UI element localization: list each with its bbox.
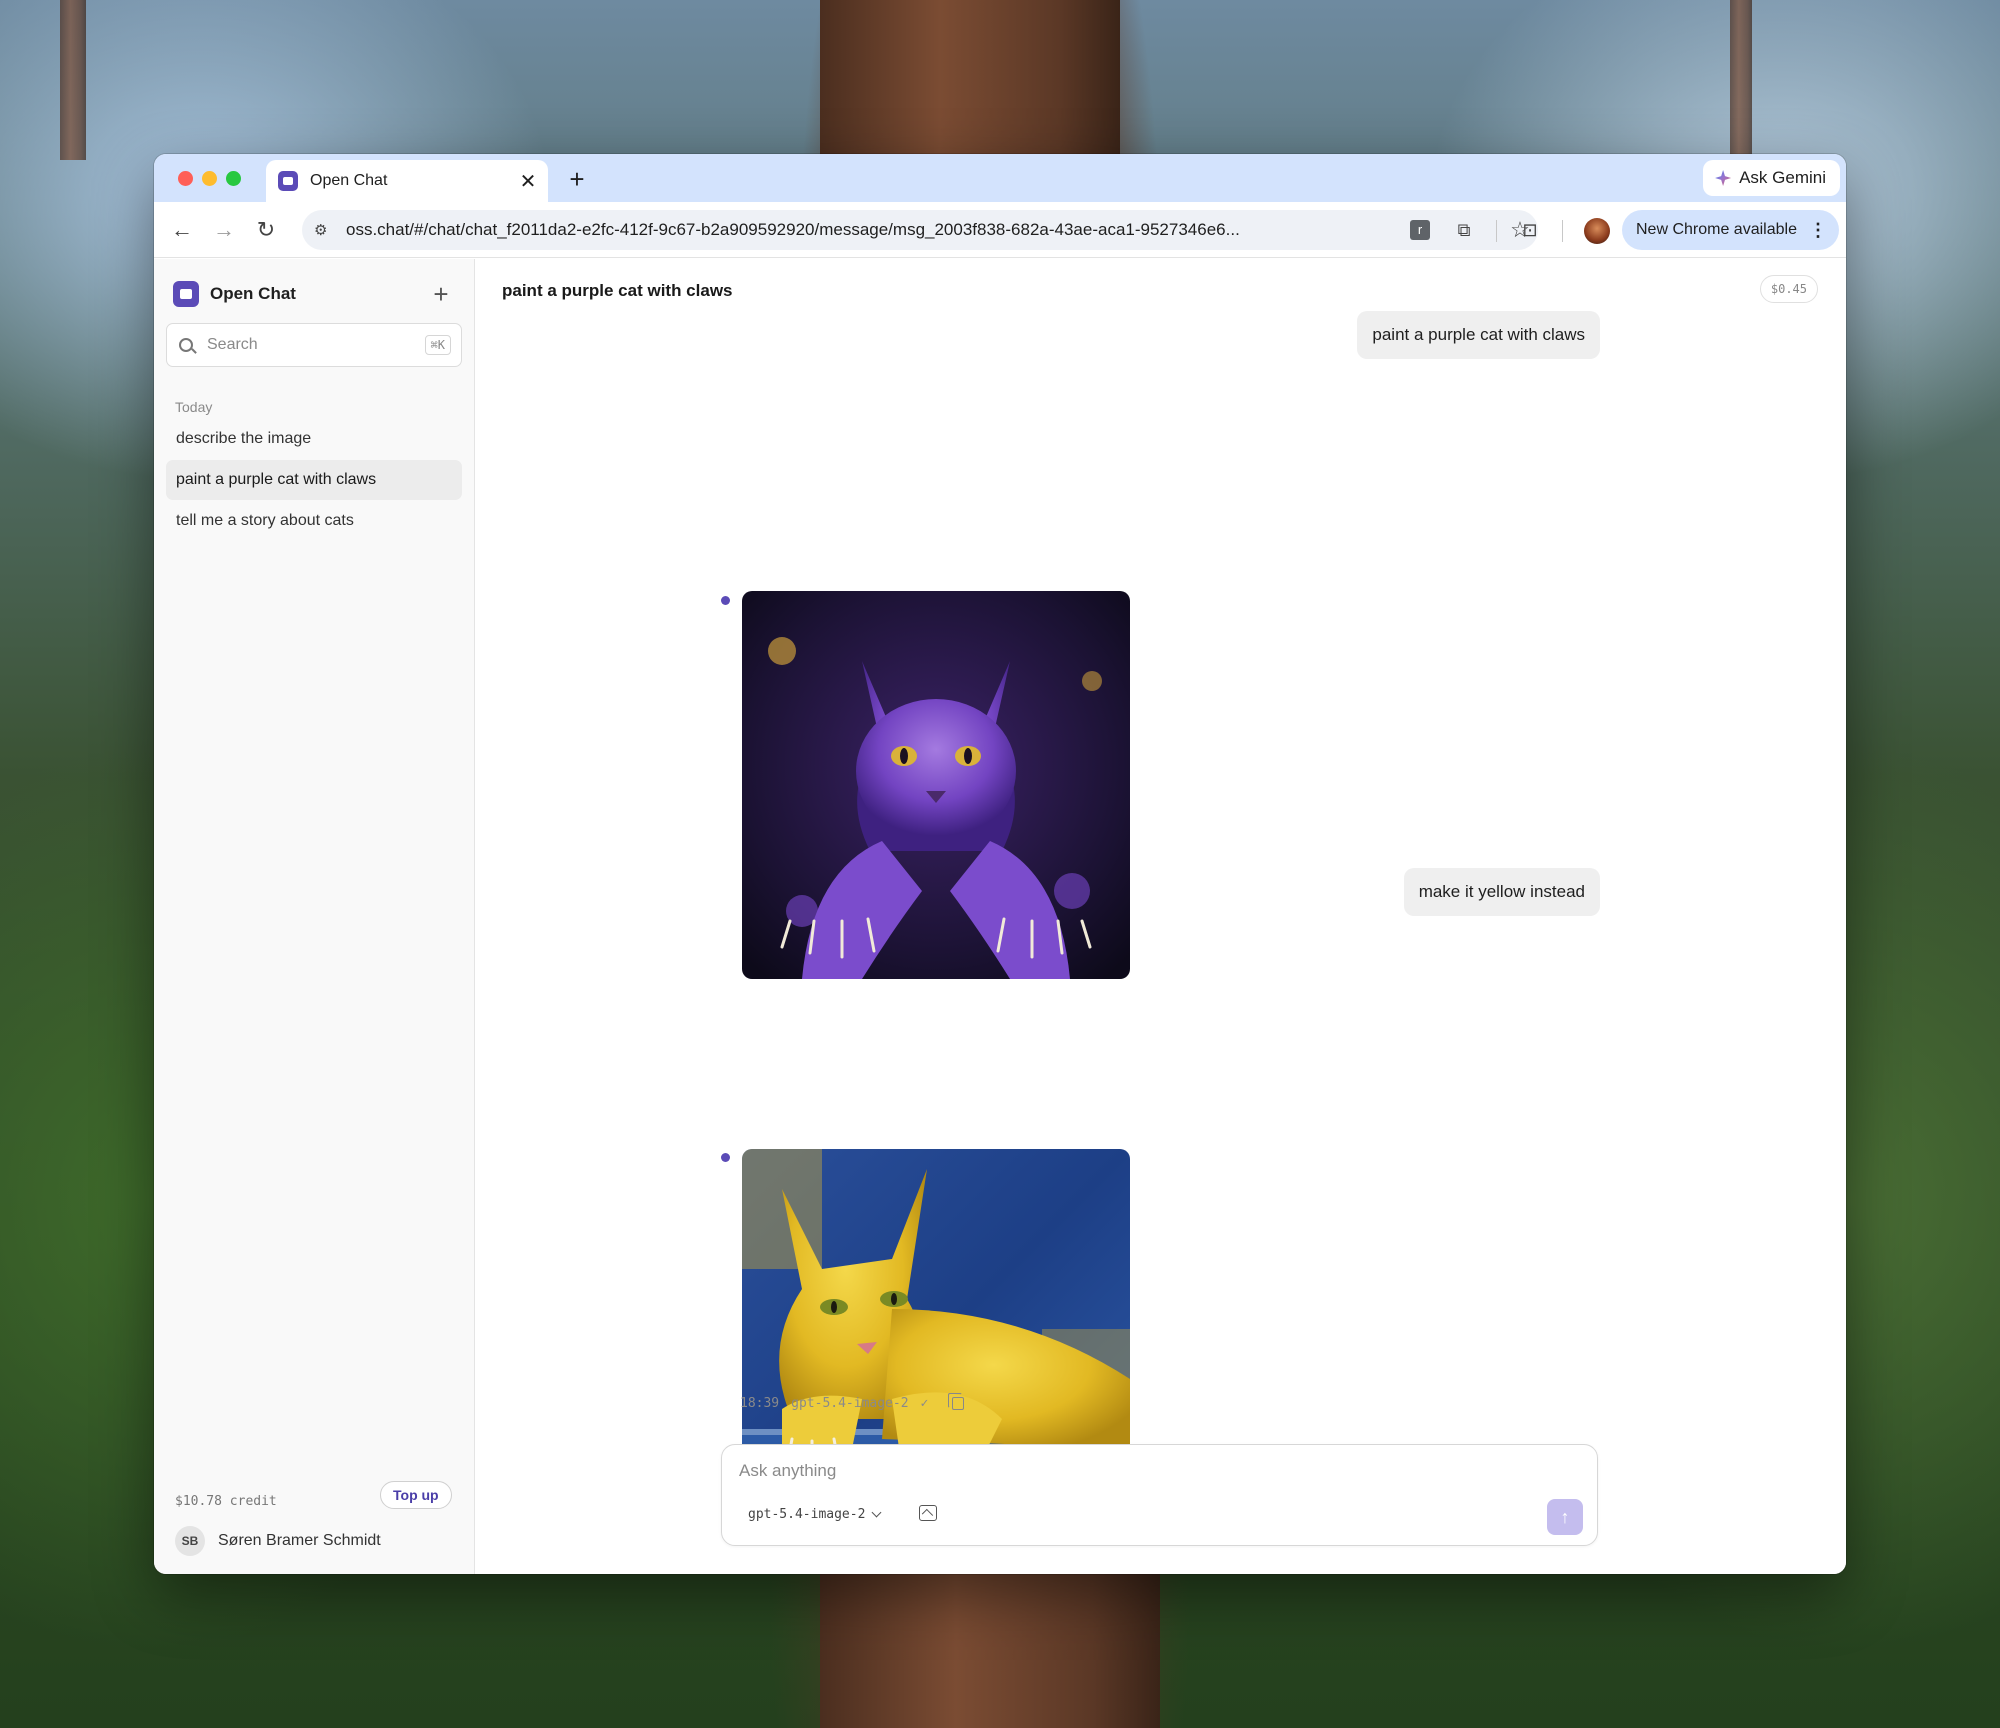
sidebar-item-purple-cat[interactable]: paint a purple cat with claws — [166, 460, 462, 500]
tab-open-chat[interactable]: Open Chat ✕ — [266, 160, 548, 202]
top-up-button[interactable]: Top up — [380, 1481, 452, 1509]
open-chat-logo-icon — [173, 281, 199, 307]
search-shortcut: ⌘K — [424, 335, 451, 355]
chat-cost-badge: $0.45 — [1759, 275, 1818, 303]
address-bar[interactable]: ⚙ oss.chat/#/chat/chat_f2011da2-e2fc-412… — [302, 210, 1538, 250]
minimize-window-button[interactable] — [202, 171, 217, 186]
ask-gemini-label: Ask Gemini — [1739, 168, 1826, 187]
sidebar-item-cat-story[interactable]: tell me a story about cats — [166, 501, 462, 541]
gemini-sparkle-icon — [1715, 170, 1732, 186]
message-model: gpt-5.4-image-2 — [791, 1396, 909, 1411]
model-selector[interactable]: gpt-5.4-image-2 — [748, 1507, 882, 1522]
tree-trunk — [60, 0, 86, 160]
sidebar: Open Chat + ⌘K Today describe the image … — [154, 259, 475, 1574]
composer: gpt-5.4-image-2 ↑ — [721, 1444, 1598, 1546]
purple-cat-image[interactable] — [742, 591, 1130, 979]
search-box[interactable]: ⌘K — [166, 323, 462, 367]
chrome-update-button[interactable]: New Chrome available ⋮ — [1622, 210, 1839, 250]
new-chat-button[interactable]: + — [426, 279, 456, 310]
user-message: make it yellow instead — [1403, 868, 1600, 916]
message-time: 18:39 — [740, 1396, 780, 1411]
credit-balance: $10.78 credit — [175, 1494, 277, 1509]
maximize-window-button[interactable] — [226, 171, 241, 186]
browser-window: Open Chat ✕ + Ask Gemini ← → ↻ ⚙ oss.cha… — [154, 154, 1846, 1574]
tree-trunk — [820, 0, 1120, 160]
model-selector-label: gpt-5.4-image-2 — [748, 1507, 866, 1522]
toolbar-divider — [1562, 220, 1563, 242]
back-arrow-icon[interactable]: ← — [166, 214, 198, 246]
search-input[interactable] — [207, 336, 425, 354]
user-message: paint a purple cat with claws — [1357, 311, 1600, 359]
site-settings-icon[interactable]: ⚙ — [314, 221, 336, 239]
forward-arrow-icon[interactable]: → — [208, 214, 240, 246]
extension-r-icon[interactable]: r — [1406, 216, 1434, 244]
chat-main: paint a purple cat with claws $0.45 pain… — [476, 259, 1846, 1574]
message-input[interactable] — [739, 1461, 1519, 1481]
assistant-indicator-dot — [721, 1153, 730, 1162]
new-tab-button[interactable]: + — [562, 164, 592, 195]
section-label-today: Today — [175, 399, 213, 415]
chevron-down-icon — [871, 1507, 882, 1518]
browser-toolbar: ← → ↻ ⚙ oss.chat/#/chat/chat_f2011da2-e2… — [154, 202, 1846, 258]
tree-trunk — [820, 1570, 1160, 1728]
tab-strip: Open Chat ✕ + Ask Gemini — [154, 154, 1846, 202]
user-avatar[interactable]: SB — [175, 1526, 205, 1556]
extensions-puzzle-icon[interactable]: ⧉ — [1450, 216, 1478, 244]
tree-trunk — [1730, 0, 1752, 160]
brand[interactable]: Open Chat — [173, 281, 296, 307]
profile-avatar[interactable] — [1584, 218, 1610, 244]
reload-icon[interactable]: ↻ — [250, 214, 282, 246]
close-window-button[interactable] — [178, 171, 193, 186]
toolbar-divider — [1496, 220, 1497, 242]
attach-image-icon[interactable] — [919, 1505, 937, 1521]
assistant-indicator-dot — [721, 596, 730, 605]
update-label: New Chrome available — [1636, 221, 1797, 238]
url-text[interactable]: oss.chat/#/chat/chat_f2011da2-e2fc-412f-… — [346, 220, 1502, 240]
close-tab-icon[interactable]: ✕ — [514, 169, 542, 194]
check-icon: ✓ — [920, 1396, 929, 1411]
more-menu-icon[interactable]: ⋮ — [1809, 221, 1827, 239]
brand-name: Open Chat — [210, 284, 296, 303]
chat-title: paint a purple cat with claws — [502, 281, 733, 300]
copy-icon[interactable] — [948, 1393, 965, 1410]
sidebar-item-describe-the-image[interactable]: describe the image — [166, 419, 462, 459]
search-icon — [179, 338, 193, 352]
ask-gemini-button[interactable]: Ask Gemini — [1703, 160, 1840, 196]
chat-favicon-icon — [278, 171, 298, 191]
tab-search-icon[interactable]: ⊡ — [1516, 216, 1544, 244]
message-meta: 18:39 gpt-5.4-image-2 ✓ — [740, 1393, 965, 1411]
purple-cat-painting — [742, 591, 1130, 979]
user-name[interactable]: Søren Bramer Schmidt — [218, 1532, 381, 1550]
send-button[interactable]: ↑ — [1547, 1499, 1583, 1535]
tab-title: Open Chat — [310, 172, 388, 189]
